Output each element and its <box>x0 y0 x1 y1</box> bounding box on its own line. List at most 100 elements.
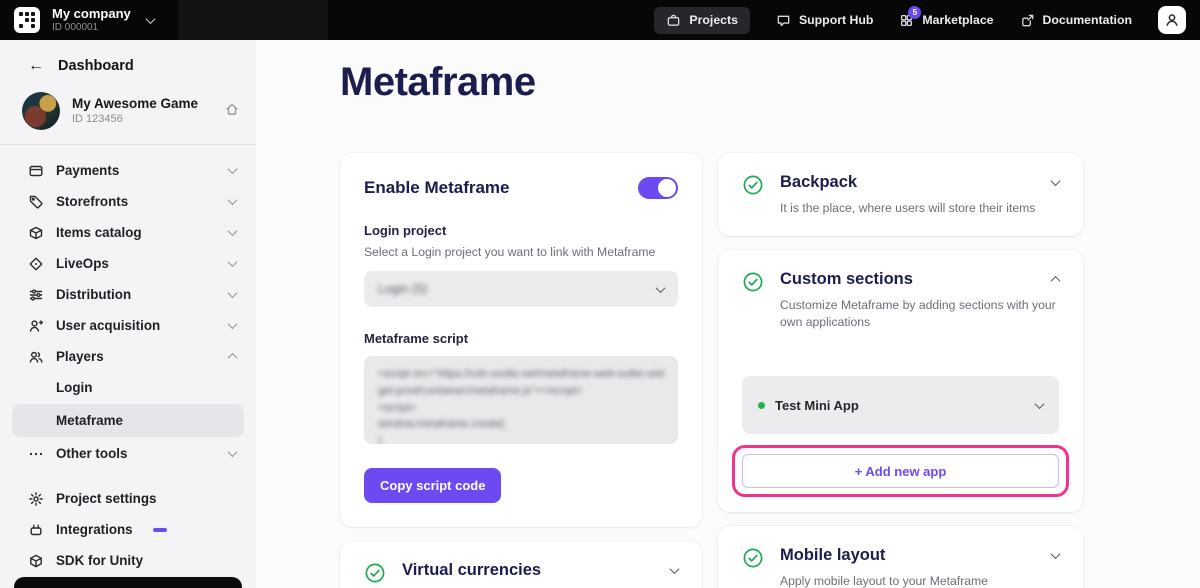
sidebar-item-metaframe[interactable]: Metaframe <box>12 404 244 437</box>
sidebar-item-distribution[interactable]: Distribution <box>0 279 256 310</box>
nav-projects-label: Projects <box>689 13 738 27</box>
check-circle-icon <box>742 271 764 298</box>
custom-sections-title: Custom sections <box>780 270 913 289</box>
person-plus-icon <box>28 318 44 334</box>
chevron-down-icon <box>1035 399 1045 409</box>
sidebar-item-storefronts[interactable]: Storefronts <box>0 186 256 217</box>
left-column: Enable Metaframe Login project Select a … <box>340 153 702 588</box>
beta-badge <box>153 528 167 532</box>
custom-sections-card: Custom sections Customize Metaframe by a… <box>718 250 1083 512</box>
sidebar-item-label: Login <box>56 380 92 395</box>
project-name: My Awesome Game <box>72 96 198 113</box>
sidebar-item-payments[interactable]: Payments <box>0 155 256 186</box>
metaframe-script-code: <script src="https://cdn.xsolla.net/meta… <box>378 366 664 444</box>
sidebar-item-label: Storefronts <box>56 194 128 209</box>
chevron-down-icon[interactable] <box>1051 176 1061 186</box>
login-project-value: Login (5) <box>378 282 427 296</box>
chevron-down-icon[interactable] <box>1051 549 1061 559</box>
sidebar-item-label: Distribution <box>56 287 131 302</box>
sidebar-item-label: Items catalog <box>56 225 142 240</box>
sidebar-item-label: Integrations <box>56 522 133 537</box>
metaframe-script-label: Metaframe script <box>364 331 678 346</box>
chevron-down-icon <box>228 164 238 174</box>
page-title: Metaframe <box>340 60 536 105</box>
enable-metaframe-toggle[interactable] <box>638 177 678 199</box>
chevron-down-icon <box>228 226 238 236</box>
backpack-title: Backpack <box>780 173 857 192</box>
nav-marketplace-label: Marketplace <box>922 13 993 27</box>
sidebar-item-label: Players <box>56 349 104 364</box>
sidebar-item-label: User acquisition <box>56 318 160 333</box>
chat-icon <box>776 13 791 28</box>
chevron-down-icon <box>228 319 238 329</box>
chevron-down-icon <box>145 14 155 24</box>
people-icon <box>28 349 44 365</box>
copy-script-button[interactable]: Copy script code <box>364 468 501 503</box>
whats-new-banner[interactable]: How's new navigation? <box>14 577 242 588</box>
sidebar-spacer <box>0 469 256 483</box>
company-id: ID 000001 <box>52 22 131 34</box>
project-selector[interactable]: My Awesome Game ID 123456 <box>0 82 256 142</box>
nav-documentation-label: Documentation <box>1043 13 1133 27</box>
virtual-currencies-card: Virtual currencies Customize virtual cur… <box>340 541 702 588</box>
mini-app-select[interactable]: Test Mini App <box>742 376 1059 434</box>
sidebar-item-label: Other tools <box>56 446 127 461</box>
plug-icon <box>28 522 44 538</box>
sidebar-item-liveops[interactable]: LiveOps <box>0 248 256 279</box>
box-icon <box>28 225 44 241</box>
company-logo-icon <box>14 7 40 33</box>
backpack-card: Backpack It is the place, where users wi… <box>718 153 1083 236</box>
sidebar-item-label: SDK for Unity <box>56 553 143 568</box>
sidebar-item-sdk-unity[interactable]: SDK for Unity <box>0 545 256 576</box>
check-circle-icon <box>364 562 386 588</box>
sidebar-item-other-tools[interactable]: Other tools <box>0 438 256 469</box>
chevron-down-icon <box>228 257 238 267</box>
mobile-layout-description: Apply mobile layout to your Metaframe <box>780 573 1059 588</box>
gear-icon <box>28 491 44 507</box>
chevron-up-icon[interactable] <box>1051 276 1061 286</box>
app-root: My company ID 000001 Projects Support Hu… <box>0 0 1200 588</box>
check-circle-icon <box>742 547 764 574</box>
nav-support-hub[interactable]: Support Hub <box>776 13 873 28</box>
status-dot-icon <box>758 402 765 409</box>
nav-documentation[interactable]: Documentation <box>1020 13 1133 28</box>
company-selector[interactable]: My company ID 000001 <box>14 0 328 40</box>
credit-card-icon <box>28 163 44 179</box>
back-arrow-icon: ← <box>28 58 44 74</box>
back-label: Dashboard <box>58 58 134 74</box>
backpack-description: It is the place, where users will store … <box>780 200 1059 218</box>
project-avatar <box>22 92 60 130</box>
topbar-nav: Projects Support Hub 5 Marketplace Docum… <box>654 6 1186 34</box>
ellipsis-icon <box>28 446 44 462</box>
company-info: My company ID 000001 <box>52 7 131 33</box>
main-content: Metaframe Enable Metaframe Login project… <box>256 40 1200 588</box>
chevron-down-icon <box>228 195 238 205</box>
cube-icon <box>28 553 44 569</box>
sidebar-item-login[interactable]: Login <box>0 372 256 403</box>
chevron-down-icon[interactable] <box>670 564 680 574</box>
sidebar-item-project-settings[interactable]: Project settings <box>0 483 256 514</box>
login-project-select[interactable]: Login (5) <box>364 271 678 307</box>
sliders-icon <box>28 287 44 303</box>
tag-icon <box>28 194 44 210</box>
sidebar-item-players[interactable]: Players <box>0 341 256 372</box>
nav-support-hub-label: Support Hub <box>799 13 873 27</box>
metaframe-script-box: <script src="https://cdn.xsolla.net/meta… <box>364 356 678 444</box>
nav-projects[interactable]: Projects <box>654 7 750 34</box>
chevron-down-icon <box>228 288 238 298</box>
enable-metaframe-card: Enable Metaframe Login project Select a … <box>340 153 702 527</box>
user-avatar-button[interactable] <box>1158 6 1186 34</box>
company-name: My company <box>52 7 131 22</box>
sidebar-item-user-acquisition[interactable]: User acquisition <box>0 310 256 341</box>
sidebar-item-items-catalog[interactable]: Items catalog <box>0 217 256 248</box>
home-icon[interactable] <box>224 101 240 122</box>
sidebar-item-label: Project settings <box>56 491 156 506</box>
custom-sections-description: Customize Metaframe by adding sections w… <box>780 297 1059 332</box>
add-new-app-button[interactable]: + Add new app <box>742 454 1059 488</box>
check-circle-icon <box>742 174 764 201</box>
back-to-dashboard[interactable]: ← Dashboard <box>0 50 256 82</box>
person-icon <box>1164 12 1180 28</box>
sidebar-item-integrations[interactable]: Integrations <box>0 514 256 545</box>
topbar: My company ID 000001 Projects Support Hu… <box>0 0 1200 40</box>
nav-marketplace[interactable]: 5 Marketplace <box>899 13 993 28</box>
